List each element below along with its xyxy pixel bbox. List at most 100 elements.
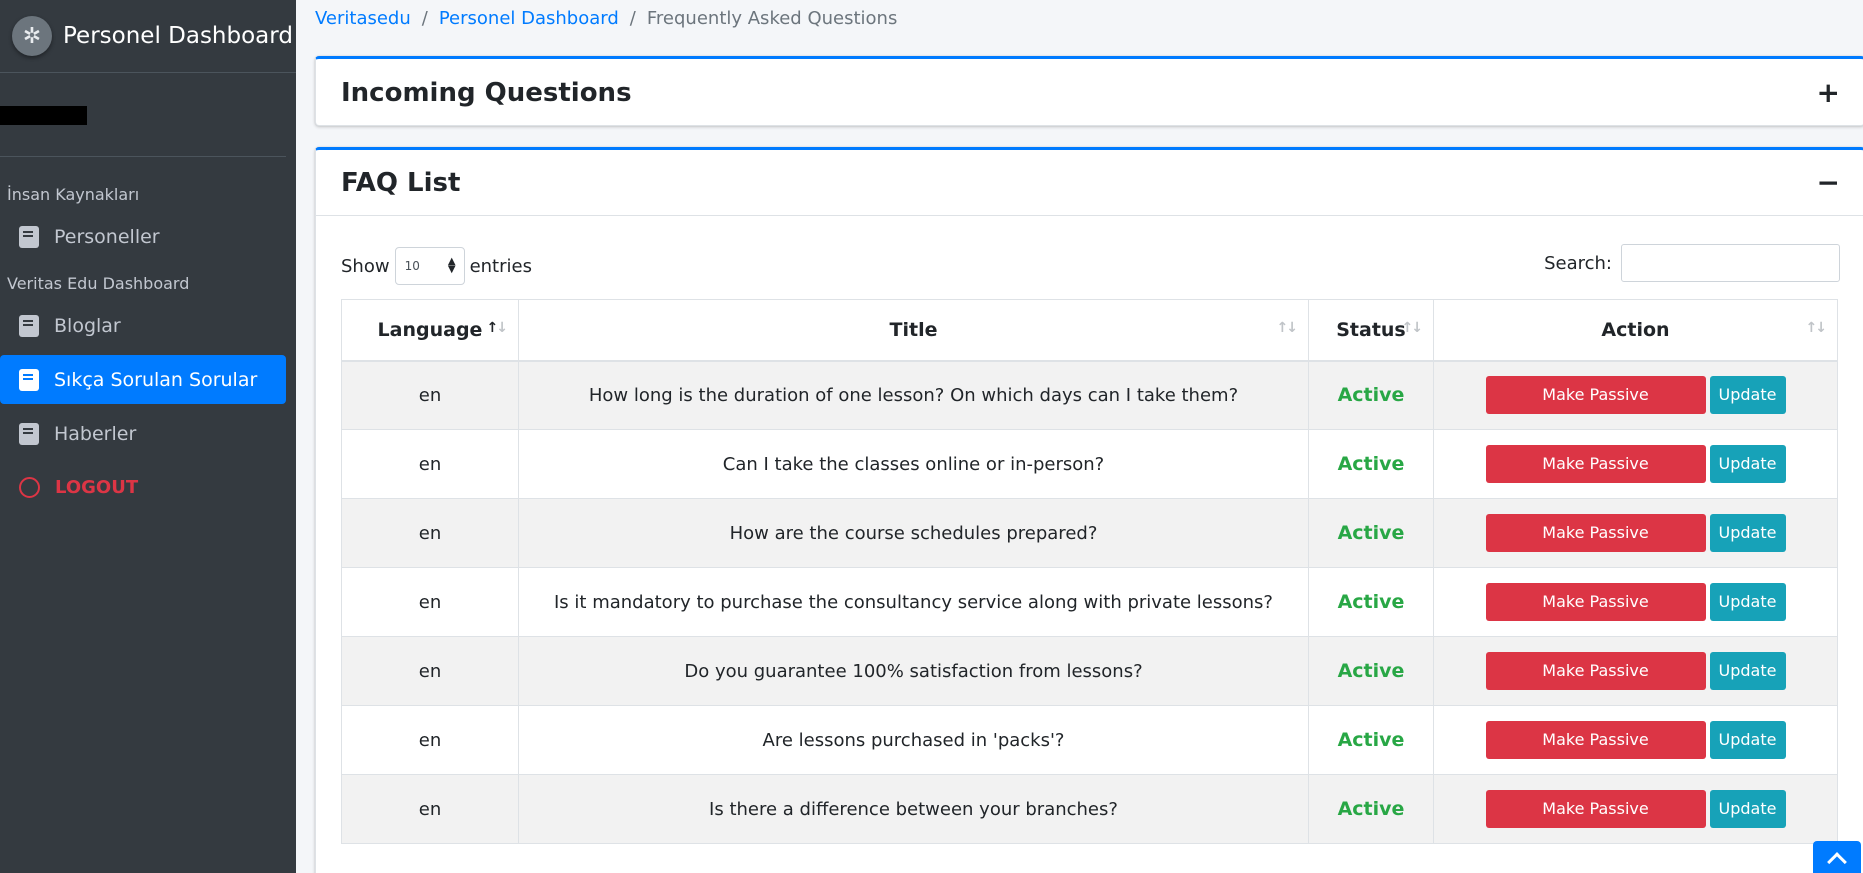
make-passive-button[interactable]: Make Passive <box>1485 583 1706 621</box>
card-title: FAQ List <box>341 167 461 198</box>
column-header-language[interactable]: Language ↑↓ <box>341 299 519 362</box>
status-badge: Active <box>1337 453 1405 475</box>
update-button[interactable]: Update <box>1709 652 1786 690</box>
book-icon <box>19 314 39 337</box>
cell-action: Make Passive Update <box>1433 567 1838 637</box>
sort-icon: ↑↓ <box>1401 320 1424 336</box>
make-passive-button[interactable]: Make Passive <box>1485 514 1706 552</box>
make-passive-button[interactable]: Make Passive <box>1485 376 1706 415</box>
collapse-minus-icon[interactable]: − <box>1817 168 1840 197</box>
update-button[interactable]: Update <box>1709 790 1786 828</box>
sidebar-item-label: Personeller <box>54 225 160 248</box>
table-body: en How long is the duration of one lesson… <box>341 360 1838 844</box>
page-length-select[interactable]: 10 ▲ ▼ <box>394 247 465 285</box>
make-passive-button[interactable]: Make Passive <box>1485 721 1706 759</box>
logout-link[interactable]: LOGOUT <box>0 463 286 512</box>
column-label: Action <box>1601 318 1670 341</box>
cell-title: Is it mandatory to purchase the consulta… <box>518 567 1309 637</box>
cell-status: Active <box>1308 498 1434 568</box>
sidebar-item-faq[interactable]: Sıkça Sorulan Sorular <box>0 355 286 404</box>
cell-language: en <box>341 429 519 499</box>
column-label: Title <box>889 318 938 341</box>
update-button[interactable]: Update <box>1709 583 1786 621</box>
breadcrumb-separator: / <box>421 8 428 29</box>
expand-plus-icon[interactable]: + <box>1817 78 1840 107</box>
update-button[interactable]: Update <box>1709 376 1786 415</box>
breadcrumb-separator: / <box>629 8 636 29</box>
brand-link[interactable]: ✲ Personel Dashboard <box>0 0 296 73</box>
page-length-value: 10 <box>404 259 420 273</box>
book-icon <box>19 368 39 391</box>
make-passive-button[interactable]: Make Passive <box>1485 652 1706 690</box>
cell-title: Are lessons purchased in 'packs'? <box>518 705 1309 775</box>
cell-language: en <box>341 498 519 568</box>
redacted-username <box>0 106 87 125</box>
table-row: en How long is the duration of one lesson… <box>341 360 1838 430</box>
cell-status: Active <box>1308 774 1434 844</box>
breadcrumb-link-home[interactable]: Veritasedu <box>315 8 411 29</box>
status-badge: Active <box>1337 729 1405 751</box>
sort-asc-icon: ↑↓ <box>486 320 509 336</box>
sidebar-item-label: Haberler <box>54 422 137 445</box>
sort-icon: ↑↓ <box>1805 320 1828 336</box>
cell-action: Make Passive Update <box>1433 360 1838 430</box>
make-passive-button[interactable]: Make Passive <box>1485 790 1706 828</box>
breadcrumb-current: Frequently Asked Questions <box>646 8 898 29</box>
cell-title: Can I take the classes online or in-pers… <box>518 429 1309 499</box>
cell-action: Make Passive Update <box>1433 636 1838 706</box>
sort-icon: ↑↓ <box>1276 320 1299 336</box>
entries-label: entries <box>469 255 532 277</box>
column-label: Status <box>1336 318 1406 341</box>
search-input[interactable] <box>1621 244 1840 282</box>
table-row: en Is there a difference between your bra… <box>341 774 1838 844</box>
update-button[interactable]: Update <box>1709 721 1786 759</box>
status-badge: Active <box>1337 591 1405 613</box>
cell-language: en <box>341 636 519 706</box>
incoming-questions-card: Incoming Questions + <box>315 56 1863 126</box>
back-to-top-button[interactable] <box>1813 841 1861 873</box>
content-wrapper: Veritasedu / Personel Dashboard / Frequently… <box>296 0 1863 873</box>
column-header-status[interactable]: Status ↑↓ <box>1308 299 1434 362</box>
show-label: Show <box>341 255 390 277</box>
cell-title: How long is the duration of one lesson? … <box>518 360 1309 430</box>
logout-label: LOGOUT <box>55 477 139 498</box>
update-button[interactable]: Update <box>1709 445 1786 483</box>
make-passive-button[interactable]: Make Passive <box>1485 445 1706 483</box>
breadcrumb-link-dashboard[interactable]: Personel Dashboard <box>439 8 619 29</box>
crest-logo-icon: ✲ <box>12 16 52 56</box>
sidebar: ✲ Personel Dashboard İnsan Kaynakları Pe… <box>0 0 296 873</box>
table-row: en Are lessons purchased in 'packs'? Activ… <box>341 705 1838 775</box>
nav-header-veritas: Veritas Edu Dashboard <box>7 274 190 293</box>
faq-table: Language ↑↓ Title ↑↓ Status ↑↓ Action ↑↓ en H… <box>341 299 1838 844</box>
cell-action: Make Passive Update <box>1433 705 1838 775</box>
status-badge: Active <box>1337 384 1405 407</box>
cell-action: Make Passive Update <box>1433 429 1838 499</box>
cell-language: en <box>341 567 519 637</box>
cell-action: Make Passive Update <box>1433 498 1838 568</box>
book-icon <box>19 422 39 445</box>
sidebar-item-haberler[interactable]: Haberler <box>0 409 286 458</box>
user-panel <box>0 73 286 157</box>
cell-status: Active <box>1308 360 1434 430</box>
cell-status: Active <box>1308 636 1434 706</box>
power-icon <box>19 477 40 498</box>
incoming-questions-header[interactable]: Incoming Questions + <box>316 59 1863 126</box>
sidebar-item-personeller[interactable]: Personeller <box>0 212 286 261</box>
sidebar-item-label: Bloglar <box>54 314 121 337</box>
faq-list-header: FAQ List − <box>316 150 1863 216</box>
faq-list-card: FAQ List − Show 10 ▲ ▼ entries Search: La… <box>315 147 1863 873</box>
search-label: Search: <box>1544 252 1612 274</box>
column-header-action[interactable]: Action ↑↓ <box>1433 299 1838 362</box>
table-row: en Is it mandatory to purchase the consul… <box>341 567 1838 637</box>
update-button[interactable]: Update <box>1709 514 1786 552</box>
cell-title: How are the course schedules prepared? <box>518 498 1309 568</box>
sidebar-item-label: Sıkça Sorulan Sorular <box>54 368 258 391</box>
nav-header-hr: İnsan Kaynakları <box>7 185 140 204</box>
cell-status: Active <box>1308 429 1434 499</box>
sidebar-item-bloglar[interactable]: Bloglar <box>0 301 286 350</box>
column-header-title[interactable]: Title ↑↓ <box>518 299 1309 362</box>
status-badge: Active <box>1337 660 1405 682</box>
book-icon <box>19 225 39 248</box>
column-label: Language <box>377 318 483 341</box>
breadcrumb: Veritasedu / Personel Dashboard / Frequently… <box>315 8 897 29</box>
